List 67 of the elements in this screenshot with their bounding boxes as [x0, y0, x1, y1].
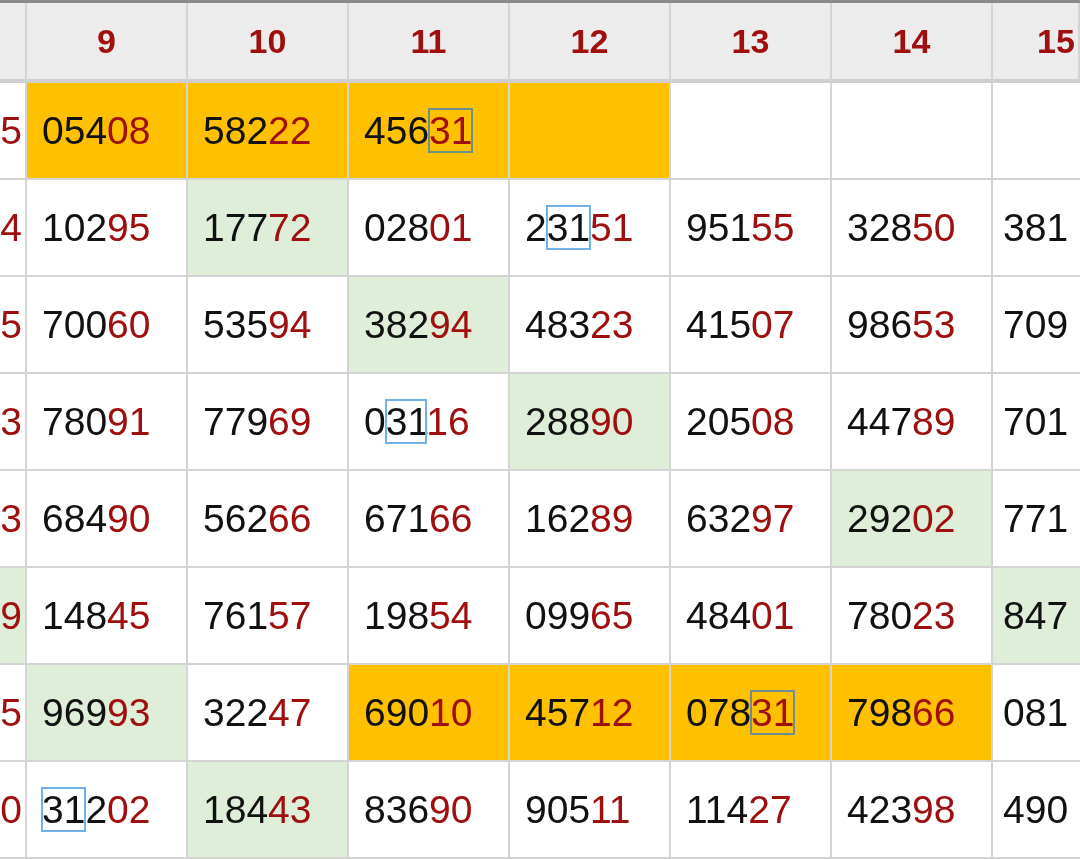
number-text: 20508: [686, 399, 795, 444]
column-header: 14: [832, 3, 993, 83]
number-text: 31202: [42, 787, 151, 832]
number-text: 45712: [525, 690, 634, 735]
number-text: 42398: [847, 787, 956, 832]
number-text: 78023: [847, 593, 956, 638]
number-text: 76157: [203, 593, 312, 638]
number-text: 381: [1003, 205, 1069, 250]
column-header: 11: [349, 3, 510, 83]
number-text: 98653: [847, 302, 956, 347]
number-text: 02801: [364, 205, 473, 250]
number-text: 701: [1003, 399, 1069, 444]
number-text: 03116: [364, 399, 470, 444]
number-text: 23151: [525, 205, 634, 250]
number-text: 83690: [364, 787, 473, 832]
number-text: 5: [0, 302, 22, 347]
column-header: 10: [188, 3, 349, 83]
number-text: 19854: [364, 593, 473, 638]
number-text: 48323: [525, 302, 634, 347]
number-text: 18443: [203, 787, 312, 832]
number-text: 41507: [686, 302, 795, 347]
number-text: 09965: [525, 593, 634, 638]
number-text: 0: [0, 787, 22, 832]
number-text: 5: [0, 690, 22, 735]
number-text: 07831: [686, 690, 795, 735]
number-text: 11427: [686, 787, 792, 832]
number-text: 63297: [686, 496, 795, 541]
column-header: 15: [993, 3, 1080, 83]
number-text: 67166: [364, 496, 473, 541]
number-text: 771: [1003, 496, 1069, 541]
column-header: 12: [510, 3, 671, 83]
number-text: 081: [1003, 690, 1069, 735]
number-text: 17772: [203, 205, 312, 250]
number-text: 32247: [203, 690, 312, 735]
number-text: 68490: [42, 496, 151, 541]
number-text: 69010: [364, 690, 473, 735]
number-text: 9: [0, 593, 22, 638]
number-text: 5: [0, 108, 22, 153]
number-text: 4: [0, 205, 22, 250]
number-text: 70060: [42, 302, 151, 347]
number-text: 96993: [42, 690, 151, 735]
number-text: 490: [1003, 787, 1069, 832]
number-text: 56266: [203, 496, 312, 541]
number-text: 10295: [42, 205, 151, 250]
number-text: 38294: [364, 302, 473, 347]
number-text: 16289: [525, 496, 634, 541]
number-text: 44789: [847, 399, 956, 444]
column-header: 9: [27, 3, 188, 83]
number-text: 77969: [203, 399, 312, 444]
number-text: 709: [1003, 302, 1069, 347]
number-text: 05408: [42, 108, 151, 153]
number-text: 32850: [847, 205, 956, 250]
number-text: 95155: [686, 205, 795, 250]
number-text: 79866: [847, 690, 956, 735]
number-text: 29202: [847, 496, 956, 541]
number-text: 78091: [42, 399, 151, 444]
number-text: 3: [0, 496, 22, 541]
number-text: 53594: [203, 302, 312, 347]
number-text: 28890: [525, 399, 634, 444]
number-text: 90511: [525, 787, 631, 832]
number-text: 847: [1003, 593, 1069, 638]
number-text: 14845: [42, 593, 151, 638]
number-text: 3: [0, 399, 22, 444]
column-header: 13: [671, 3, 832, 83]
number-text: 58222: [203, 108, 312, 153]
number-text: 45631: [364, 108, 473, 153]
number-text: 48401: [686, 593, 795, 638]
